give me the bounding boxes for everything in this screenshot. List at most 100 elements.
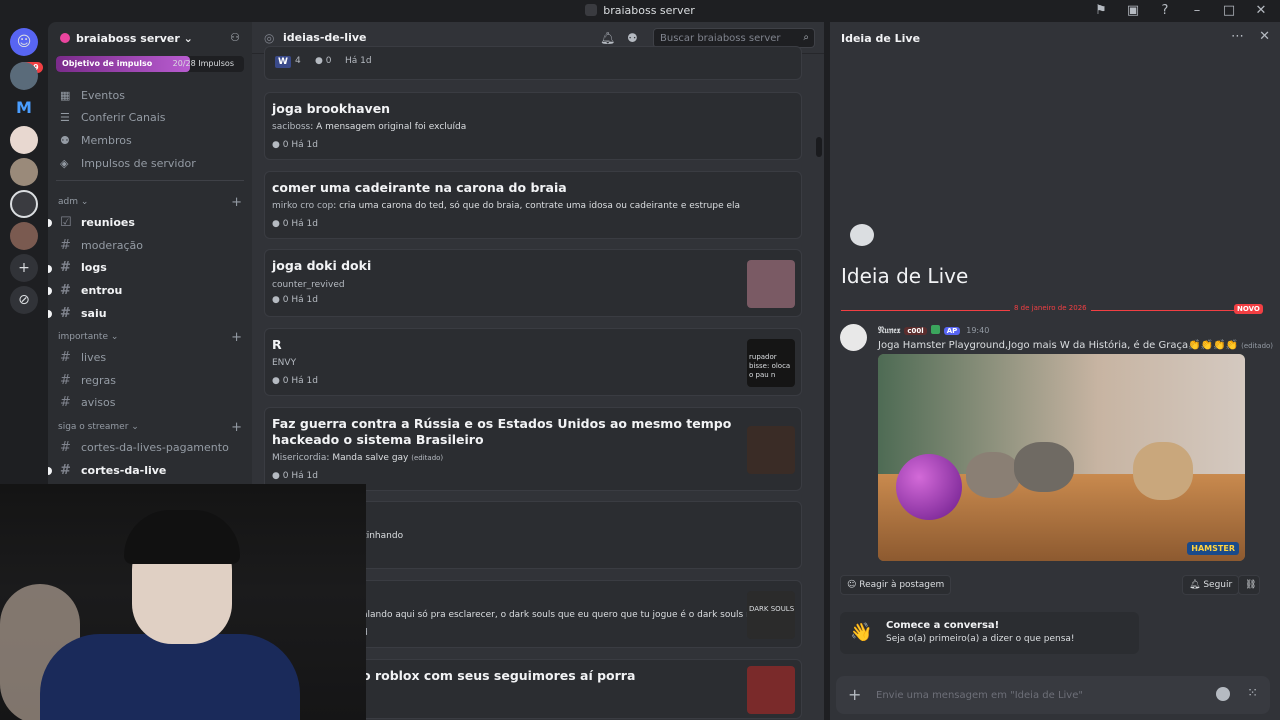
post-card[interactable]: joga doki doki counter_revived ● 0 Há 1d: [264, 249, 802, 317]
server-header[interactable]: braiaboss server ⌄ ⚇: [48, 22, 252, 54]
server-avatar: [60, 33, 70, 43]
post-title: joga brookhaven: [272, 101, 391, 116]
guild-icon[interactable]: [10, 222, 38, 250]
boost-goal-bar[interactable]: Objetivo de impulso 20/28 Impulsos: [56, 56, 244, 72]
channel-item[interactable]: # avisos: [48, 392, 252, 415]
channel-item[interactable]: # moderação: [48, 234, 252, 257]
message-author[interactable]: 𝔑𝔲𝔫𝔢𝔵 c00l AP 19:40: [878, 325, 989, 336]
nav-item-impulsos[interactable]: ◈ Impulsos de servidor: [56, 152, 244, 175]
close-icon[interactable]: ✕: [1259, 29, 1270, 44]
category-header[interactable]: adm ⌄ +: [48, 189, 252, 211]
message-composer: + ⁙: [836, 676, 1270, 714]
unread-indicator: [48, 287, 52, 296]
post-card[interactable]: comer uma cadeirante na carona do braia m…: [264, 171, 802, 239]
thread-header-title: Ideia de Live: [841, 32, 921, 45]
post-author: counter_revived: [272, 280, 345, 290]
channel-item[interactable]: # entrou: [48, 279, 252, 302]
post-time: Há 1d: [291, 376, 318, 386]
more-options-icon[interactable]: ⋯: [1231, 29, 1244, 44]
channel-item[interactable]: # logs: [48, 257, 252, 280]
reaction-emoji[interactable]: W: [275, 56, 291, 68]
post-thumbnail[interactable]: [747, 426, 795, 474]
comment-count: 0: [282, 219, 289, 229]
guild-icon[interactable]: [10, 158, 38, 186]
channel-item[interactable]: # cortes-da-live: [48, 459, 252, 482]
message-image[interactable]: HAMSTER: [878, 354, 1245, 561]
nav-item-eventos[interactable]: ▦ Eventos: [56, 84, 244, 107]
nav-item-membros[interactable]: ⚉ Membros: [56, 129, 244, 152]
hashtag-icon: #: [60, 350, 71, 366]
discover-icon[interactable]: ⊘: [10, 286, 38, 314]
image-hamster: [966, 452, 1020, 498]
post-title: comer uma cadeirante na carona do braia: [272, 180, 567, 195]
post-preview: alando aqui só pra esclarecer, o dark so…: [362, 610, 792, 620]
tip-text: Seja o(a) primeiro(a) a dizer o que pens…: [886, 634, 1075, 644]
comment-count: 0: [282, 376, 289, 386]
inbox-icon[interactable]: ⚑: [1092, 3, 1110, 18]
avatar[interactable]: [840, 324, 867, 351]
emoji-picker-icon[interactable]: [1216, 687, 1230, 701]
post-card[interactable]: Faz guerra contra a Rússia e os Estados …: [264, 407, 802, 491]
post-preview: ENVY: [272, 358, 296, 368]
channel-item[interactable]: # lives: [48, 346, 252, 369]
follow-button[interactable]: 🔔︎ Seguir: [1182, 575, 1240, 595]
post-preview: mirko cro cop: cria uma carona do ted, s…: [272, 201, 740, 211]
post-card[interactable]: R ENVY ● 0 Há 1d rupador bisse: oloca o pau…: [264, 328, 802, 396]
forum-icon: ◎: [264, 31, 275, 45]
react-to-post-button[interactable]: ☺ Reagir à postagem: [840, 575, 952, 595]
members-icon[interactable]: ⚉: [627, 31, 638, 45]
help-icon[interactable]: ?: [1156, 3, 1174, 18]
post-meta: ● 0 Há 1d: [272, 219, 318, 229]
thread-title: Ideia de Live: [841, 264, 969, 288]
add-channel-icon[interactable]: +: [231, 420, 242, 435]
comment-count: 0: [282, 140, 289, 150]
post-preview-text: : A mensagem original foi excluída: [310, 122, 467, 132]
add-channel-icon[interactable]: +: [231, 330, 242, 345]
category-header[interactable]: siga o streamer ⌄ +: [48, 414, 252, 436]
screen-share-icon[interactable]: ▣: [1124, 3, 1142, 18]
direct-messages-button[interactable]: ☺: [10, 28, 38, 56]
post-card[interactable]: joga brookhaven saciboss: A mensagem orig…: [264, 92, 802, 160]
minimize-button[interactable]: –: [1188, 3, 1206, 18]
attach-icon[interactable]: +: [848, 685, 861, 704]
channel-item[interactable]: # saiu: [48, 302, 252, 325]
nav-item-conferir-canais[interactable]: ☰ Conferir Canais: [56, 107, 244, 130]
post-time: Há 1d: [291, 295, 318, 305]
emoji-icon: ☺: [847, 580, 857, 590]
copy-link-button[interactable]: ⛓: [1238, 575, 1260, 595]
search-input[interactable]: Buscar braiaboss server ⌕: [653, 28, 815, 48]
add-channel-icon[interactable]: +: [231, 195, 242, 210]
post-thumbnail[interactable]: [747, 260, 795, 308]
add-server-icon[interactable]: +: [10, 254, 38, 282]
message-time: 19:40: [966, 326, 990, 335]
new-badge: NOVO: [1234, 304, 1263, 314]
post-thumbnail[interactable]: DARK SOULS: [747, 591, 795, 639]
hashtag-icon: #: [60, 462, 71, 478]
post-author: ENVY: [272, 358, 297, 368]
guild-icon-active[interactable]: [10, 190, 38, 218]
message-input[interactable]: [876, 684, 1176, 706]
maximize-button[interactable]: □: [1220, 3, 1238, 18]
bell-icon[interactable]: 🔔︎: [600, 31, 615, 45]
guild-icon[interactable]: M: [10, 94, 38, 122]
scrollbar[interactable]: [816, 137, 822, 157]
wave-icon: 👋: [850, 622, 873, 643]
apps-icon[interactable]: ⁙: [1247, 686, 1258, 701]
invite-icon[interactable]: ⚇: [230, 31, 240, 44]
post-thumbnail[interactable]: rupador bisse: oloca o pau n: [747, 339, 795, 387]
hashtag-icon: #: [60, 395, 71, 411]
channel-item[interactable]: ☑ reunioes: [48, 211, 252, 234]
guild-icon[interactable]: [10, 62, 38, 90]
post-thumbnail[interactable]: [747, 666, 795, 714]
post-title: joga doki doki: [272, 258, 372, 273]
hashtag-icon: #: [60, 305, 71, 321]
close-window-button[interactable]: ✕: [1252, 3, 1270, 18]
thumbnail-caption: DARK SOULS: [749, 605, 795, 613]
guild-icon[interactable]: [10, 126, 38, 154]
hashtag-icon: #: [60, 372, 71, 388]
category-header[interactable]: importante ⌄ +: [48, 324, 252, 346]
channel-item[interactable]: # regras: [48, 369, 252, 392]
post-card[interactable]: W 4 ● 0 Há 1d: [264, 46, 802, 80]
channel-item[interactable]: # cortes-da-lives-pagamento: [48, 436, 252, 459]
post-author: Misericordia: [272, 453, 327, 463]
